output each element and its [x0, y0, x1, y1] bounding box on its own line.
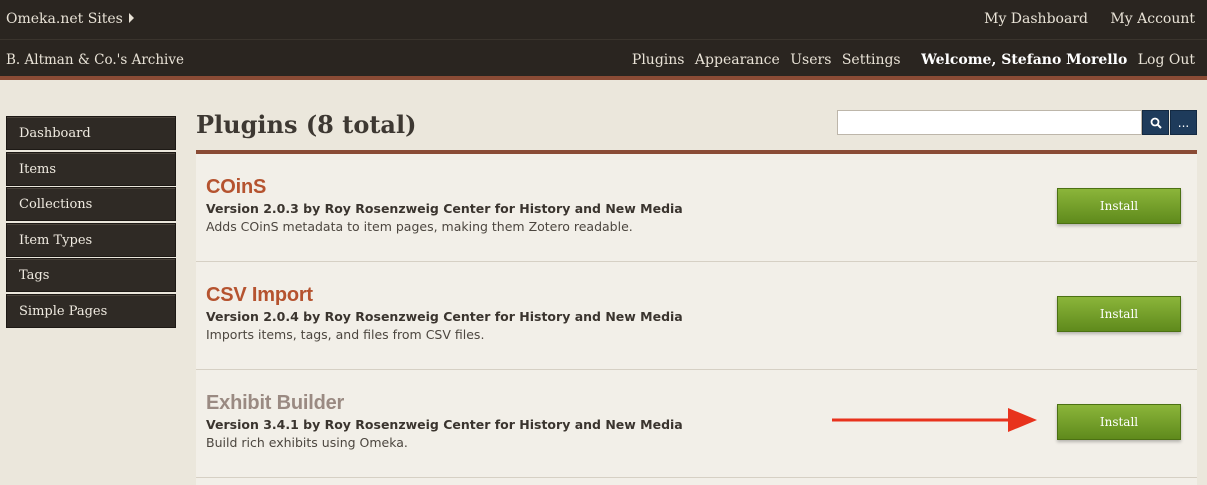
- sidebar: Dashboard Items Collections Item Types T…: [6, 116, 176, 329]
- caret-right-icon: [128, 13, 134, 23]
- plugin-row-coins: COinS Version 2.0.3 by Roy Rosenzweig Ce…: [196, 154, 1197, 262]
- plugin-description: Imports items, tags, and files from CSV …: [206, 327, 485, 342]
- install-button-csv-import[interactable]: Install: [1057, 296, 1181, 332]
- search-input[interactable]: [837, 110, 1142, 135]
- red-arrow-icon: [832, 408, 1037, 432]
- welcome-text: Welcome, Stefano Morello: [921, 52, 1128, 68]
- sidebar-item-items[interactable]: Items: [6, 151, 176, 186]
- omeka-sites-menu[interactable]: Omeka.net Sites: [6, 11, 134, 27]
- advanced-search-button[interactable]: ...: [1170, 110, 1197, 135]
- nav-plugins[interactable]: Plugins: [632, 52, 685, 68]
- sidebar-item-tags[interactable]: Tags: [6, 258, 176, 292]
- search-icon: [1150, 117, 1162, 129]
- my-dashboard-link[interactable]: My Dashboard: [984, 11, 1088, 27]
- my-account-link[interactable]: My Account: [1110, 11, 1195, 27]
- install-button-exhibit-builder[interactable]: Install: [1057, 404, 1181, 440]
- omeka-sites-label[interactable]: Omeka.net Sites: [6, 11, 123, 27]
- account-nav: My Dashboard My Account: [966, 11, 1195, 27]
- plugin-version: Version 2.0.3 by Roy Rosenzweig Center f…: [206, 201, 683, 216]
- plugin-version: Version 3.4.1 by Roy Rosenzweig Center f…: [206, 417, 683, 432]
- nav-users[interactable]: Users: [790, 52, 831, 68]
- archive-name[interactable]: B. Altman & Co.'s Archive: [6, 52, 184, 68]
- plugin-description: Adds COinS metadata to item pages, makin…: [206, 219, 633, 234]
- plugin-name: Exhibit Builder: [206, 392, 345, 414]
- nav-settings[interactable]: Settings: [842, 52, 901, 68]
- plugin-row-csv-import: CSV Import Version 2.0.4 by Roy Rosenzwe…: [196, 262, 1197, 370]
- plugin-name: COinS: [206, 176, 267, 198]
- plugin-row-exhibit-builder: Exhibit Builder Version 3.4.1 by Roy Ros…: [196, 370, 1197, 478]
- sidebar-item-collections[interactable]: Collections: [6, 187, 176, 221]
- plugin-name: CSV Import: [206, 284, 313, 306]
- search-button[interactable]: [1142, 110, 1169, 135]
- page-title: Plugins (8 total): [196, 110, 417, 139]
- search-form: ...: [837, 110, 1197, 135]
- install-button-coins[interactable]: Install: [1057, 188, 1181, 224]
- sidebar-item-dashboard[interactable]: Dashboard: [6, 116, 176, 150]
- plugins-list: COinS Version 2.0.3 by Roy Rosenzweig Ce…: [196, 150, 1197, 485]
- site-nav: Plugins Appearance Users Settings Welcom…: [626, 52, 1195, 68]
- sidebar-item-item-types[interactable]: Item Types: [6, 222, 176, 257]
- log-out-link[interactable]: Log Out: [1138, 52, 1195, 68]
- top-bar: Omeka.net Sites My Dashboard My Account: [0, 0, 1207, 40]
- plugin-description: Build rich exhibits using Omeka.: [206, 435, 408, 450]
- site-bar: B. Altman & Co.'s Archive Plugins Appear…: [0, 40, 1207, 80]
- plugin-version: Version 2.0.4 by Roy Rosenzweig Center f…: [206, 309, 683, 324]
- nav-appearance[interactable]: Appearance: [695, 52, 780, 68]
- sidebar-item-simple-pages[interactable]: Simple Pages: [6, 293, 176, 328]
